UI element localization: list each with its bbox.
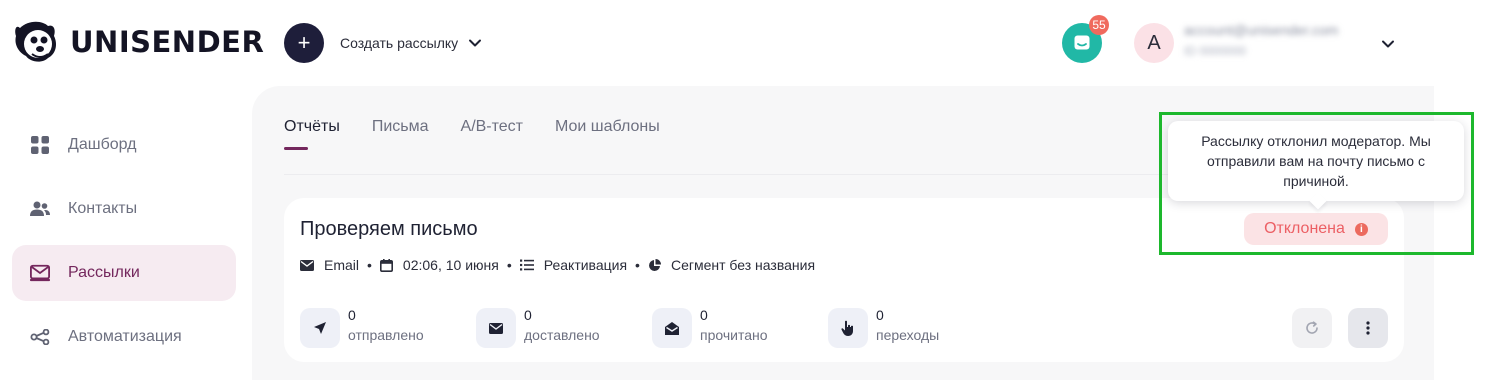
pointer-hand-icon <box>828 308 868 348</box>
stat-value: 0 <box>876 307 884 323</box>
users-icon <box>30 199 50 219</box>
status-label: Отклонена <box>1264 220 1345 237</box>
tab-ab-test[interactable]: A/B-тест <box>461 118 524 150</box>
tab-reports[interactable]: Отчёты <box>284 118 340 150</box>
list-icon <box>519 259 534 271</box>
campaign-stats: 0 отправлено 0 доставлено 0 прочитано 0 … <box>300 306 1004 348</box>
notification-count-badge: 55 <box>1089 15 1109 35</box>
meta-channel: Email <box>300 257 359 273</box>
refresh-button[interactable] <box>1292 308 1332 348</box>
dashboard-grid-icon <box>30 135 50 155</box>
tab-my-templates[interactable]: Мои шаблоны <box>555 118 660 150</box>
meta-channel-label: Email <box>324 257 360 273</box>
tabs-bar: Отчёты Письма A/B-тест Мои шаблоны <box>284 118 660 150</box>
refresh-icon <box>1306 321 1318 334</box>
account-id: ID 0000000 <box>1184 44 1247 58</box>
status-badge[interactable]: Отклонена i <box>1244 213 1388 245</box>
campaign-card[interactable]: Проверяем письмо Email • 02:06, 10 июня … <box>284 198 1404 362</box>
meta-datetime-label: 02:06, 10 июня <box>402 257 499 273</box>
meta-datetime: 02:06, 10 июня <box>379 257 499 273</box>
info-icon[interactable]: i <box>1354 222 1368 236</box>
meta-list-label: Реактивация <box>543 257 628 273</box>
share-nodes-icon <box>30 327 50 347</box>
meta-separator: • <box>367 257 372 273</box>
meta-segment: Сегмент без названия <box>648 257 815 273</box>
sidebar-item-label: Рассылки <box>68 264 140 281</box>
rejection-tooltip: Рассылку отклонил модератор. Мы отправил… <box>1168 121 1464 201</box>
stat-label: переходы <box>876 327 940 343</box>
stat-label: прочитано <box>700 327 768 343</box>
stat-value: 0 <box>348 307 356 323</box>
sidebar-item-contacts[interactable]: Контакты <box>12 181 236 237</box>
calendar-icon <box>379 258 393 272</box>
pie-chart-icon <box>648 258 661 271</box>
sidebar-item-label: Автоматизация <box>68 328 182 345</box>
campaign-title[interactable]: Проверяем письмо <box>300 218 478 241</box>
stat-opened: 0 прочитано <box>652 306 828 348</box>
stat-value: 0 <box>524 307 532 323</box>
account-info[interactable]: account@unisender.com ID 0000000 <box>1184 22 1374 66</box>
avatar[interactable]: A <box>1134 23 1174 63</box>
stat-sent: 0 отправлено <box>300 306 476 348</box>
account-chevron-down-icon[interactable] <box>1380 36 1396 52</box>
vertical-dots-icon <box>1366 321 1370 335</box>
meta-list: Реактивация <box>519 257 628 273</box>
stat-value: 0 <box>700 307 708 323</box>
sidebar-item-campaigns[interactable]: Рассылки <box>12 245 236 301</box>
logo-text: UNISENDER <box>70 25 265 59</box>
meta-separator: • <box>635 257 640 273</box>
sidebar-item-dashboard[interactable]: Дашборд <box>12 117 236 173</box>
more-options-button[interactable] <box>1348 308 1388 348</box>
chat-icon <box>1074 35 1090 50</box>
dog-logo-icon <box>15 21 57 62</box>
tab-letters[interactable]: Письма <box>372 118 429 150</box>
plus-icon[interactable]: + <box>284 23 324 63</box>
envelope-icon <box>300 259 314 271</box>
meta-segment-label: Сегмент без названия <box>670 257 816 273</box>
open-envelope-icon <box>652 308 692 348</box>
stat-label: отправлено <box>348 327 424 343</box>
mail-icon <box>30 263 50 283</box>
logo[interactable]: UNISENDER <box>12 18 264 66</box>
account-email: account@unisender.com <box>1184 22 1339 38</box>
sidebar-item-label: Контакты <box>68 200 138 217</box>
sidebar-item-label: Дашборд <box>68 136 137 153</box>
stat-clicks: 0 переходы <box>828 306 1004 348</box>
create-campaign-label[interactable]: Создать рассылку <box>340 35 458 51</box>
meta-separator: • <box>506 257 512 273</box>
sidebar-item-automation[interactable]: Автоматизация <box>12 309 236 365</box>
chevron-down-icon[interactable] <box>468 36 482 50</box>
stat-label: доставлено <box>524 327 600 343</box>
stat-delivered: 0 доставлено <box>476 306 652 348</box>
campaign-meta: Email • 02:06, 10 июня • Реактивация • С… <box>300 257 815 273</box>
create-campaign-control[interactable]: + Создать рассылку <box>284 23 482 63</box>
send-icon <box>300 308 340 348</box>
envelope-icon <box>476 308 516 348</box>
